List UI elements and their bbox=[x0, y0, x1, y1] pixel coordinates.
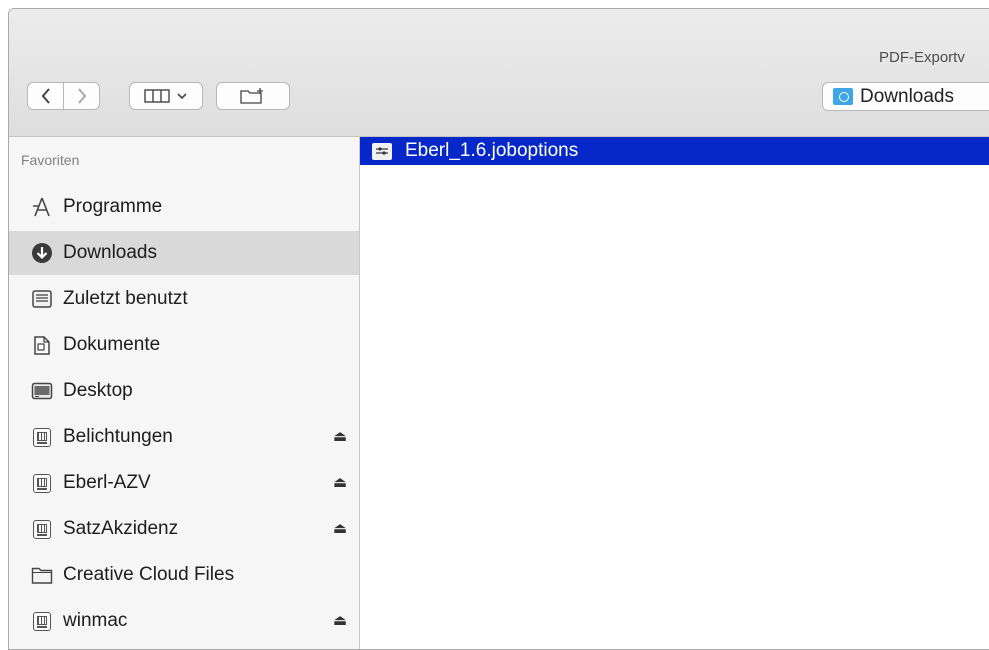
sidebar-item-label: Programme bbox=[63, 196, 163, 217]
sidebar-item-creative-cloud-files[interactable]: Creative Cloud Files bbox=[9, 553, 359, 597]
path-popup-button[interactable]: Downloads bbox=[822, 82, 989, 111]
view-options-button[interactable] bbox=[129, 82, 203, 110]
file-name: Eberl_1.6.joboptions bbox=[405, 140, 579, 161]
file-list: Eberl_1.6.joboptions bbox=[360, 137, 989, 649]
sidebar-item-label: Desktop bbox=[63, 380, 133, 401]
network-drive-icon bbox=[31, 610, 53, 632]
new-folder-icon bbox=[240, 88, 263, 104]
eject-icon[interactable]: ⏏ bbox=[333, 611, 347, 629]
sidebar: Favoriten Programme Downloads Zuletzt be… bbox=[9, 137, 360, 649]
network-drive-icon bbox=[31, 472, 53, 494]
sidebar-item-label: Belichtungen bbox=[63, 426, 173, 447]
folder-icon bbox=[31, 564, 53, 586]
columns-view-icon bbox=[144, 89, 170, 103]
sidebar-item-label: Downloads bbox=[63, 242, 157, 263]
sidebar-item-label: SatzAkzidenz bbox=[63, 518, 179, 539]
documents-icon bbox=[31, 334, 53, 356]
sidebar-item-winmac[interactable]: winmac ⏏ bbox=[9, 599, 359, 643]
eject-icon[interactable]: ⏏ bbox=[333, 473, 347, 491]
sidebar-item-desktop[interactable]: Desktop bbox=[9, 369, 359, 413]
sidebar-item-label: Eberl-AZV bbox=[63, 472, 151, 493]
sidebar-item-downloads[interactable]: Downloads bbox=[9, 231, 359, 275]
sidebar-item-label: Creative Cloud Files bbox=[63, 564, 235, 585]
chevron-right-icon bbox=[77, 88, 86, 104]
sidebar-item-satzakzidenz[interactable]: SatzAkzidenz ⏏ bbox=[9, 507, 359, 551]
file-row-selected[interactable]: Eberl_1.6.joboptions bbox=[360, 137, 989, 165]
new-folder-button[interactable] bbox=[216, 82, 290, 110]
forward-button[interactable] bbox=[64, 82, 100, 110]
chevron-left-icon bbox=[41, 88, 50, 104]
sidebar-item-documents[interactable]: Dokumente bbox=[9, 323, 359, 367]
desktop-icon bbox=[31, 380, 53, 402]
sidebar-item-label: Dokumente bbox=[63, 334, 161, 355]
network-drive-icon bbox=[31, 518, 53, 540]
network-drive-icon bbox=[31, 426, 53, 448]
window-title: PDF-Exportv bbox=[879, 49, 965, 66]
settings-file-icon bbox=[372, 142, 392, 160]
applications-icon bbox=[31, 196, 53, 218]
sidebar-item-eberl-azv[interactable]: Eberl-AZV ⏏ bbox=[9, 461, 359, 505]
eject-icon[interactable]: ⏏ bbox=[333, 427, 347, 445]
path-label: Downloads bbox=[860, 85, 954, 107]
recents-icon bbox=[31, 288, 53, 310]
sidebar-item-recents[interactable]: Zuletzt benutzt bbox=[9, 277, 359, 321]
sidebar-item-label: winmac bbox=[63, 610, 128, 631]
chevron-down-icon bbox=[177, 93, 187, 100]
file-dialog-window: PDF-Exportv Downloads Favoriten Programm… bbox=[8, 8, 989, 650]
sidebar-item-label: Zuletzt benutzt bbox=[63, 288, 188, 309]
toolbar: PDF-Exportv Downloads bbox=[9, 9, 989, 137]
downloads-folder-icon bbox=[833, 88, 853, 105]
eject-icon[interactable]: ⏏ bbox=[333, 519, 347, 537]
sidebar-item-programme[interactable]: Programme bbox=[9, 185, 359, 229]
sidebar-section-title: Favoriten bbox=[21, 152, 80, 168]
nav-button-group bbox=[27, 82, 100, 110]
downloads-icon bbox=[31, 242, 53, 264]
sidebar-item-belichtungen[interactable]: Belichtungen ⏏ bbox=[9, 415, 359, 459]
back-button[interactable] bbox=[27, 82, 64, 110]
